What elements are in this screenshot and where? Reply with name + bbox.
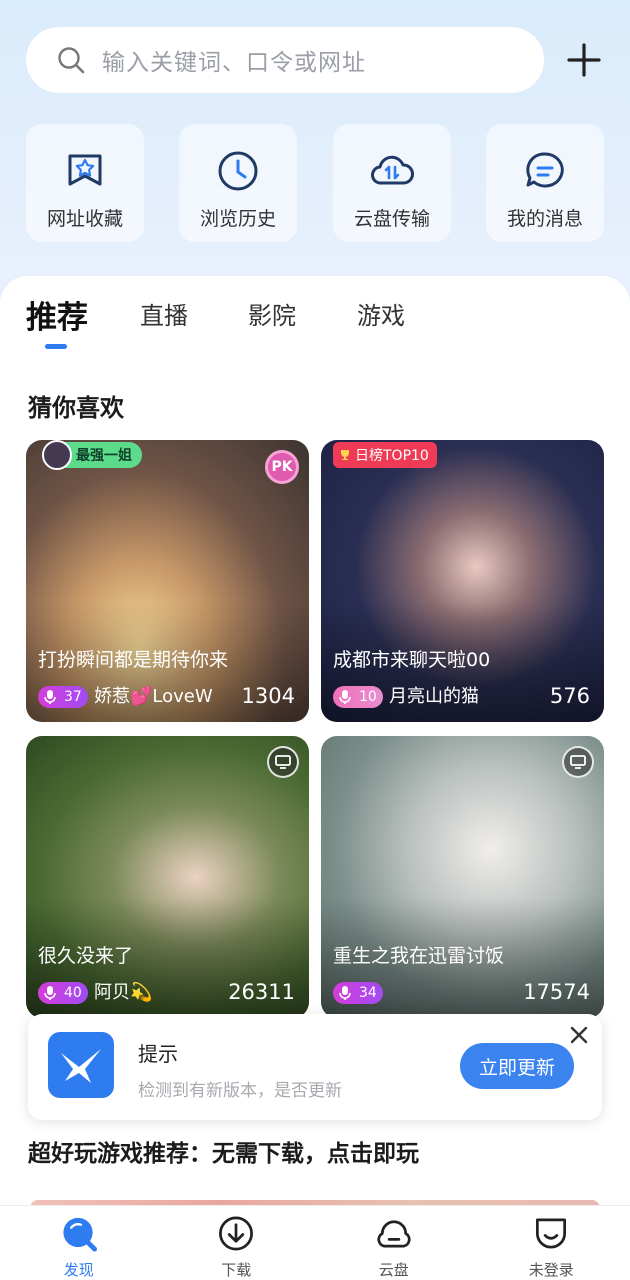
nav-download[interactable]: 下载 xyxy=(158,1206,316,1280)
mic-icon xyxy=(339,690,351,704)
live-card[interactable]: 日榜TOP10 成都市来聊天啦00 10 月亮山的猫 576 xyxy=(321,440,604,722)
mic-icon xyxy=(44,690,56,704)
tab-live[interactable]: 直播 xyxy=(140,296,188,331)
cloud-icon xyxy=(377,1220,411,1248)
viewer-count: 17574 xyxy=(523,980,590,1004)
update-toast: 提示 检测到有新版本，是否更新 立即更新 xyxy=(28,1014,602,1120)
streamer-name: 娇惹💕LoveW xyxy=(94,686,213,707)
viewer-count: 26311 xyxy=(228,980,295,1004)
pk-badge: PK xyxy=(265,450,299,484)
download-icon xyxy=(219,1216,254,1251)
nav-discover[interactable]: 发现 xyxy=(0,1206,158,1280)
rank-tag-label: 日榜TOP10 xyxy=(355,448,429,464)
section-title: 猜你喜欢 xyxy=(28,394,124,422)
tv-icon xyxy=(275,755,291,769)
user-face-icon xyxy=(536,1218,567,1249)
level-badge: 34 xyxy=(333,982,383,1004)
nav-profile[interactable]: 未登录 xyxy=(473,1206,630,1280)
nav-label: 发现 xyxy=(63,1261,94,1279)
tv-badge xyxy=(267,746,299,778)
level-number: 37 xyxy=(64,689,82,705)
quick-action-history[interactable]: 浏览历史 xyxy=(179,124,297,242)
level-badge: 10 xyxy=(333,686,383,708)
bird-icon xyxy=(61,1049,101,1083)
quick-action-cloud-transfer[interactable]: 云盘传输 xyxy=(333,124,451,242)
avatar xyxy=(42,440,72,470)
search-bar[interactable]: 输入关键词、口令或网址 xyxy=(26,27,544,93)
level-number: 10 xyxy=(359,689,377,705)
live-card[interactable]: 重生之我在迅雷讨饭 34 17574 xyxy=(321,736,604,1018)
tab-cinema[interactable]: 影院 xyxy=(248,296,296,331)
search-input[interactable]: 输入关键词、口令或网址 xyxy=(102,43,366,77)
update-now-button[interactable]: 立即更新 xyxy=(460,1043,574,1089)
category-tabs: 推荐 直播 影院 游戏 xyxy=(0,296,630,356)
quick-action-label: 浏览历史 xyxy=(199,208,276,230)
quick-action-label: 云盘传输 xyxy=(353,208,430,230)
tv-badge xyxy=(562,746,594,778)
quick-action-label: 网址收藏 xyxy=(46,208,123,230)
mic-icon xyxy=(44,986,56,1000)
trophy-icon xyxy=(341,450,349,460)
search-icon xyxy=(58,47,85,74)
card-title: 很久没来了 xyxy=(38,945,134,967)
bottom-nav: 发现 下载 云盘 未登录 xyxy=(0,1205,630,1280)
streamer-name: 月亮山的猫 xyxy=(389,686,479,707)
quick-action-messages[interactable]: 我的消息 xyxy=(486,124,604,242)
nav-cloud[interactable]: 云盘 xyxy=(315,1206,473,1280)
nav-label: 下载 xyxy=(221,1261,252,1279)
games-section-title: 超好玩游戏推荐：无需下载，点击即玩 xyxy=(28,1141,419,1167)
toast-message: 检测到有新版本，是否更新 xyxy=(138,1081,342,1101)
mic-icon xyxy=(339,986,351,1000)
tv-icon xyxy=(570,755,586,769)
cloud-transfer-icon xyxy=(371,155,414,185)
tab-games[interactable]: 游戏 xyxy=(357,296,405,331)
level-number: 34 xyxy=(359,985,377,1001)
active-tab-indicator xyxy=(45,344,67,349)
message-icon xyxy=(526,152,564,188)
tab-recommend[interactable]: 推荐 xyxy=(26,292,88,337)
viewer-count: 1304 xyxy=(241,684,295,708)
toast-title: 提示 xyxy=(138,1042,178,1066)
clock-icon xyxy=(218,151,258,191)
rank-tag: 日榜TOP10 xyxy=(333,442,437,468)
level-badge: 40 xyxy=(38,982,88,1004)
rank-tag-label: 最强一姐 xyxy=(76,448,132,464)
rank-tag: 最强一姐 xyxy=(42,440,142,470)
bookmark-star-icon xyxy=(68,154,102,186)
add-icon[interactable] xyxy=(564,40,604,80)
quick-action-label: 我的消息 xyxy=(506,208,583,230)
viewer-count: 576 xyxy=(549,684,590,708)
card-title: 打扮瞬间都是期待你来 xyxy=(38,649,229,671)
card-title: 成都市来聊天啦00 xyxy=(333,649,491,671)
live-card[interactable]: 很久没来了 40 阿贝💫 26311 xyxy=(26,736,309,1018)
nav-label: 云盘 xyxy=(378,1261,409,1279)
level-number: 40 xyxy=(64,985,82,1001)
quick-action-bookmarks[interactable]: 网址收藏 xyxy=(26,124,144,242)
card-title: 重生之我在迅雷讨饭 xyxy=(333,945,505,967)
close-icon[interactable] xyxy=(566,1022,592,1048)
nav-label: 未登录 xyxy=(528,1261,574,1279)
streamer-name: 阿贝💫 xyxy=(94,982,153,1003)
live-card[interactable]: 最强一姐 PK 打扮瞬间都是期待你来 37 娇惹💕LoveW 1304 xyxy=(26,440,309,722)
thunder-bird-logo-icon xyxy=(48,1032,114,1098)
level-badge: 37 xyxy=(38,686,88,708)
discover-icon xyxy=(63,1217,97,1252)
